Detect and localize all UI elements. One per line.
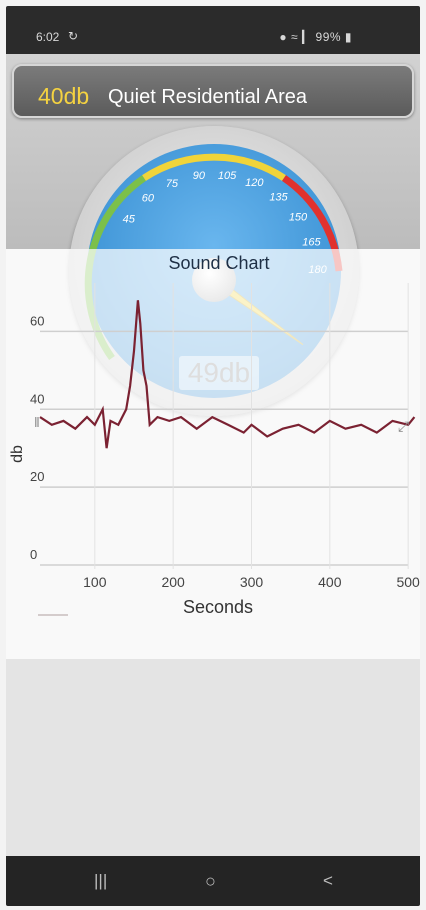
zoom-icon[interactable]: ⤢ — [398, 418, 409, 434]
battery-percent: 99% — [315, 30, 342, 44]
status-time: 6:02 — [36, 30, 60, 44]
gauge-tick-label: 60 — [142, 193, 155, 205]
sound-level-header: 40db Quiet Residential Area — [12, 64, 414, 118]
y-tick-label: 0 — [30, 547, 37, 562]
battery-icon: ▮ — [344, 30, 352, 44]
home-icon[interactable]: ○ — [205, 871, 216, 892]
signal-icon: ▎ — [301, 30, 312, 44]
current-db-value: 40db — [38, 83, 90, 109]
gauge-tick-label: 45 — [123, 213, 136, 225]
sync-icon: ↻ — [68, 29, 79, 43]
status-icons: ● ≈ ▎ 99% ▮ — [279, 30, 352, 44]
gauge-tick-label: 165 — [302, 237, 321, 249]
y-tick-label: 60 — [30, 313, 44, 328]
gauge-tick-label: 135 — [269, 191, 288, 203]
sound-chart: Sound Chart 0 20 40 60 100 200 300 400 500 db S… — [9, 253, 420, 617]
chart-title: Sound Chart — [168, 253, 269, 273]
recent-apps-icon[interactable]: ||| — [94, 871, 107, 891]
y-axis-label: db — [9, 445, 26, 463]
gauge-tick-label: 150 — [289, 212, 308, 224]
gauge-tick-label: 120 — [245, 177, 264, 189]
x-axis-ticks: 100 200 300 400 500 — [83, 574, 420, 590]
x-tick-label: 400 — [318, 574, 342, 590]
status-bar: 6:02 ↻ ● ≈ ▎ 99% ▮ — [6, 6, 420, 54]
x-tick-label: 100 — [83, 574, 107, 590]
y-tick-label: 40 — [30, 391, 44, 406]
gauge-tick-label: 105 — [218, 170, 237, 182]
x-axis-label: Seconds — [183, 597, 253, 617]
gauge-tick-label: 90 — [193, 170, 206, 182]
wifi-icon: ≈ — [291, 30, 299, 44]
x-tick-label: 200 — [161, 574, 185, 590]
gauge-tick-label: 75 — [166, 178, 179, 190]
x-tick-label: 500 — [396, 574, 420, 590]
gauge-arc-yellow — [142, 153, 286, 181]
y-axis-ticks: 0 20 40 60 — [30, 313, 44, 562]
sound-series-line — [39, 300, 416, 449]
alarm-icon: ● — [279, 30, 288, 44]
navigation-bar: ||| ○ < — [6, 856, 420, 906]
back-icon[interactable]: < — [323, 871, 333, 891]
pause-icon[interactable]: ‖ — [34, 414, 40, 430]
y-tick-label: 20 — [30, 469, 44, 484]
app-screen: 6:02 ↻ ● ≈ ▎ 99% ▮ 45 60 75 90 105 120 135 150 1… — [6, 6, 420, 906]
lower-empty-area — [6, 659, 420, 856]
x-tick-label: 300 — [240, 574, 264, 590]
noise-area-label: Quiet Residential Area — [108, 86, 308, 108]
sound-chart-panel: Sound Chart 0 20 40 60 100 200 300 400 500 db S… — [6, 249, 420, 659]
